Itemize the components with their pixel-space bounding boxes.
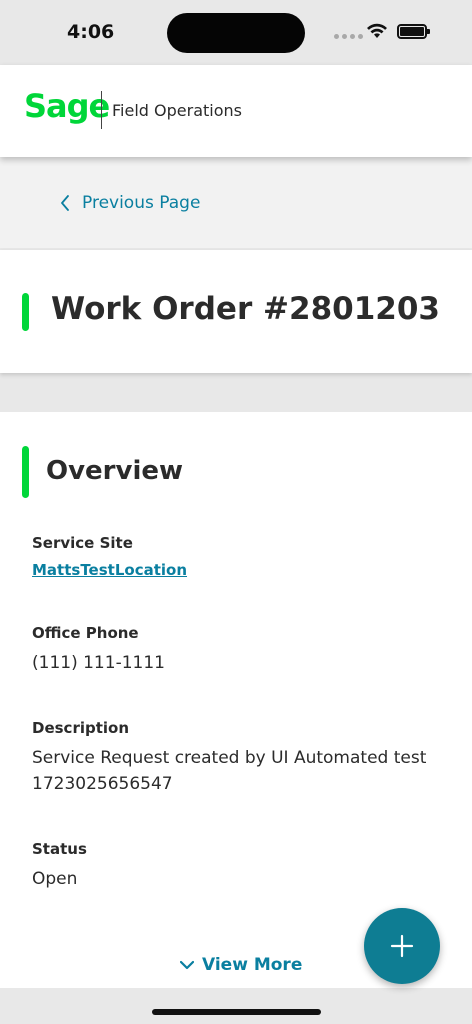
- previous-page-label: Previous Page: [82, 193, 201, 213]
- description-label: Description: [32, 719, 130, 737]
- bottom-band: [0, 988, 472, 1024]
- title-card: Work Order #2801203: [0, 250, 472, 373]
- office-phone-label: Office Phone: [32, 624, 139, 642]
- overview-card: Overview Service Site MattsTestLocation …: [0, 412, 472, 988]
- add-button[interactable]: [364, 908, 440, 984]
- chevron-left-icon: [61, 195, 69, 211]
- service-site-label: Service Site: [32, 534, 133, 552]
- dynamic-island: [167, 13, 305, 53]
- previous-page-link[interactable]: Previous Page: [60, 193, 200, 213]
- home-indicator[interactable]: [152, 1009, 321, 1015]
- breadcrumb: Previous Page: [0, 157, 472, 248]
- office-phone-value: (111) 111-1111: [32, 653, 165, 673]
- title-accent-bar: [22, 293, 29, 331]
- cellular-signal-icon: [334, 34, 363, 39]
- header-divider: [101, 91, 102, 129]
- description-field: Description Service Request created by U…: [32, 719, 432, 797]
- product-name: Field Operations: [112, 101, 242, 120]
- sage-logo: Sage: [24, 87, 110, 125]
- view-more-label: View More: [202, 955, 303, 975]
- service-site-field: Service Site MattsTestLocation: [32, 534, 187, 579]
- status-label: Status: [32, 840, 87, 858]
- description-value: Service Request created by UI Automated …: [32, 748, 427, 794]
- service-site-link[interactable]: MattsTestLocation: [32, 561, 187, 579]
- status-time: 4:06: [67, 21, 115, 43]
- status-value: Open: [32, 869, 78, 889]
- plus-icon: [390, 934, 414, 958]
- page-title: Work Order #2801203: [51, 291, 440, 327]
- status-bar: 4:06: [0, 0, 472, 65]
- wifi-icon: [367, 23, 387, 38]
- app-header: Sage Field Operations: [0, 65, 472, 157]
- office-phone-field: Office Phone (111) 111-1111: [32, 624, 432, 676]
- overview-accent-bar: [22, 446, 29, 498]
- chevron-down-icon: [180, 960, 194, 970]
- status-field: Status Open: [32, 840, 432, 892]
- battery-icon: [397, 24, 430, 39]
- view-more-button[interactable]: View More: [180, 955, 302, 975]
- overview-title: Overview: [46, 456, 184, 486]
